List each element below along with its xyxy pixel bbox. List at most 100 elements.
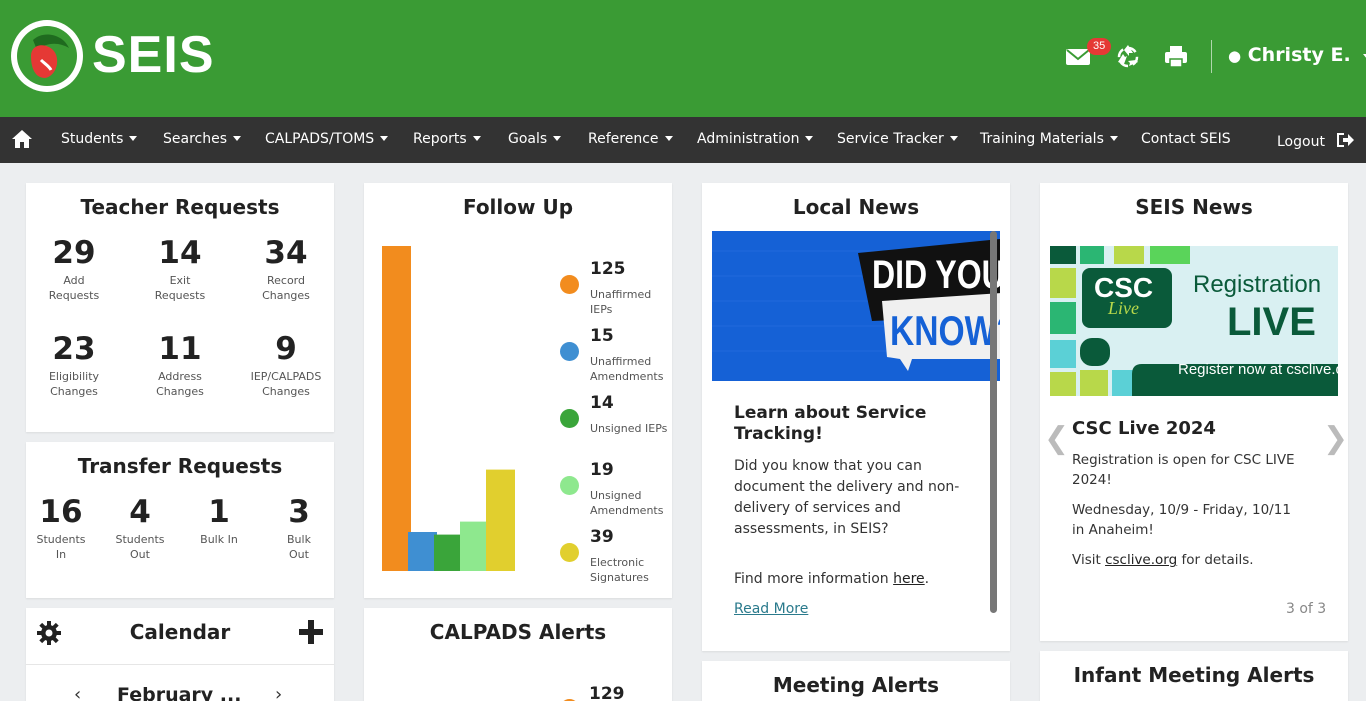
stat-students-in[interactable]: 16 Students In	[16, 494, 106, 562]
calendar-next-button[interactable]: ›	[275, 684, 282, 701]
stat-number: 11	[158, 331, 202, 367]
seis-news-p3: Visit csclive.org for details.	[1072, 550, 1307, 570]
teacher-requests-card: Teacher Requests 29 Add Requests 14 Exit R…	[26, 183, 334, 432]
nav-administration[interactable]: Administration	[697, 131, 814, 147]
read-more-link[interactable]: Read More	[734, 601, 808, 617]
stat-address-changes[interactable]: 11 Address Changes	[135, 331, 225, 399]
nav-reference-label: Reference	[588, 131, 659, 147]
legend-value[interactable]: 14	[590, 393, 614, 413]
nav-service-tracker[interactable]: Service Tracker	[837, 131, 958, 147]
nav-goals[interactable]: Goals	[508, 131, 562, 147]
stat-number: 29	[52, 235, 96, 271]
header-divider	[1211, 40, 1212, 73]
stat-bulk-out[interactable]: 3 Bulk Out	[254, 494, 344, 562]
stat-record-changes[interactable]: 34 Record Changes	[241, 235, 331, 303]
chevron-down-icon	[805, 136, 814, 141]
stat-label: Changes	[262, 289, 310, 302]
bar-unaffirmed-ieps[interactable]	[382, 246, 411, 571]
carousel-next-button[interactable]: ❯	[1323, 421, 1348, 456]
calendar-card: Calendar ‹ February ... ›	[26, 608, 334, 701]
seis-news-p1: Registration is open for CSC LIVE 2024!	[1072, 452, 1295, 488]
stat-number: 3	[288, 494, 310, 530]
stat-label: Record	[266, 274, 305, 287]
logout-icon	[1337, 133, 1355, 147]
calendar-month: February ...	[117, 684, 242, 701]
stat-label: Requests	[48, 289, 100, 302]
stat-label: Add	[63, 274, 85, 287]
user-menu[interactable]: ● Christy E.	[1228, 44, 1366, 66]
news-heading: Learn about Service Tracking!	[734, 403, 927, 444]
legend-label: Unaffirmed IEPs	[590, 288, 652, 316]
teacher-requests-title: Teacher Requests	[80, 195, 280, 219]
logout-label: Logout	[1277, 134, 1325, 150]
nav-training-materials[interactable]: Training Materials	[980, 131, 1118, 147]
stat-label: Students	[36, 533, 86, 546]
bar-unsigned-ieps[interactable]	[434, 534, 463, 571]
stat-number: 1	[208, 494, 230, 530]
stat-label: Address	[158, 370, 202, 383]
infant-meeting-alerts-card: Infant Meeting Alerts	[1040, 651, 1348, 701]
legend-value[interactable]: 39	[590, 527, 614, 547]
stat-students-out[interactable]: 4 Students Out	[95, 494, 185, 562]
stat-eligibility-changes[interactable]: 23 Eligibility Changes	[29, 331, 119, 399]
news-scrollbar[interactable]	[990, 231, 997, 613]
here-link[interactable]: here	[893, 571, 925, 587]
legend-label: Unsigned Amendments	[590, 489, 664, 517]
seis-news-heading: CSC Live 2024	[1072, 418, 1216, 439]
bar-unsigned-amendments[interactable]	[460, 521, 489, 571]
nav-administration-label: Administration	[697, 131, 800, 147]
nav-contact-seis[interactable]: Contact SEIS	[1141, 131, 1231, 147]
bar-unaffirmed-amendments[interactable]	[408, 532, 437, 571]
nav-searches[interactable]: Searches	[163, 131, 242, 147]
nav-calpads-toms[interactable]: CALPADS/TOMS	[265, 131, 389, 147]
legend-dot	[560, 409, 579, 428]
stat-number: 14	[158, 235, 202, 271]
calpads-alerts-title: CALPADS Alerts	[429, 620, 607, 644]
news-body: Did you know that you can document the d…	[734, 458, 960, 537]
stat-label: Bulk	[287, 533, 311, 546]
stat-label: Requests	[154, 289, 206, 302]
nav-students[interactable]: Students	[61, 131, 138, 147]
logout-button[interactable]: Logout	[1277, 131, 1355, 150]
legend-value[interactable]: 19	[590, 460, 614, 480]
apple-logo-icon	[17, 26, 77, 86]
meeting-alerts-title: Meeting Alerts	[772, 673, 940, 697]
stat-number: 9	[275, 331, 297, 367]
seis-news-card: SEIS News CSC Live Registration LIVE Reg…	[1040, 183, 1348, 641]
calendar-prev-button[interactable]: ‹	[74, 684, 81, 701]
printer-icon[interactable]	[1162, 42, 1192, 72]
legend-value[interactable]: 125	[590, 259, 626, 279]
legend-label: Electronic Signatures	[590, 556, 649, 584]
seis-news-title: SEIS News	[1135, 195, 1253, 219]
stat-iep-calpads-changes[interactable]: 9 IEP/CALPADS Changes	[241, 331, 331, 399]
chevron-down-icon	[472, 136, 481, 141]
legend-dot	[560, 342, 579, 361]
bar-electronic-signatures[interactable]	[486, 469, 515, 571]
stat-label: Bulk In	[200, 533, 238, 546]
nav-reports[interactable]: Reports	[413, 131, 481, 147]
mail-count-badge: 35	[1087, 38, 1112, 55]
carousel-prev-button[interactable]: ❮	[1044, 421, 1069, 456]
transfer-requests-title: Transfer Requests	[77, 454, 283, 478]
legend-dot	[560, 543, 579, 562]
csclive-link[interactable]: csclive.org	[1105, 552, 1177, 568]
legend-value[interactable]: 15	[590, 326, 614, 346]
legend-dot	[560, 476, 579, 495]
add-event-icon[interactable]	[298, 619, 324, 649]
seis-logo[interactable]	[11, 20, 83, 92]
user-name: Christy E.	[1247, 44, 1351, 66]
stat-label: Out	[289, 548, 309, 561]
details-text: for details.	[1177, 552, 1254, 568]
calpads-alerts-card: CALPADS Alerts 129	[364, 608, 672, 701]
nav-contact-label: Contact SEIS	[1141, 131, 1231, 147]
stat-label: IEP/CALPADS	[250, 370, 322, 383]
home-icon[interactable]	[11, 128, 33, 154]
nav-reference[interactable]: Reference	[588, 131, 673, 147]
stat-bulk-in[interactable]: 1 Bulk In	[174, 494, 264, 547]
nav-goals-label: Goals	[508, 131, 548, 147]
recycle-icon[interactable]	[1114, 42, 1144, 72]
user-icon: ●	[1228, 47, 1242, 65]
stat-label: Changes	[156, 385, 204, 398]
stat-exit-requests[interactable]: 14 Exit Requests	[135, 235, 225, 303]
stat-add-requests[interactable]: 29 Add Requests	[29, 235, 119, 303]
